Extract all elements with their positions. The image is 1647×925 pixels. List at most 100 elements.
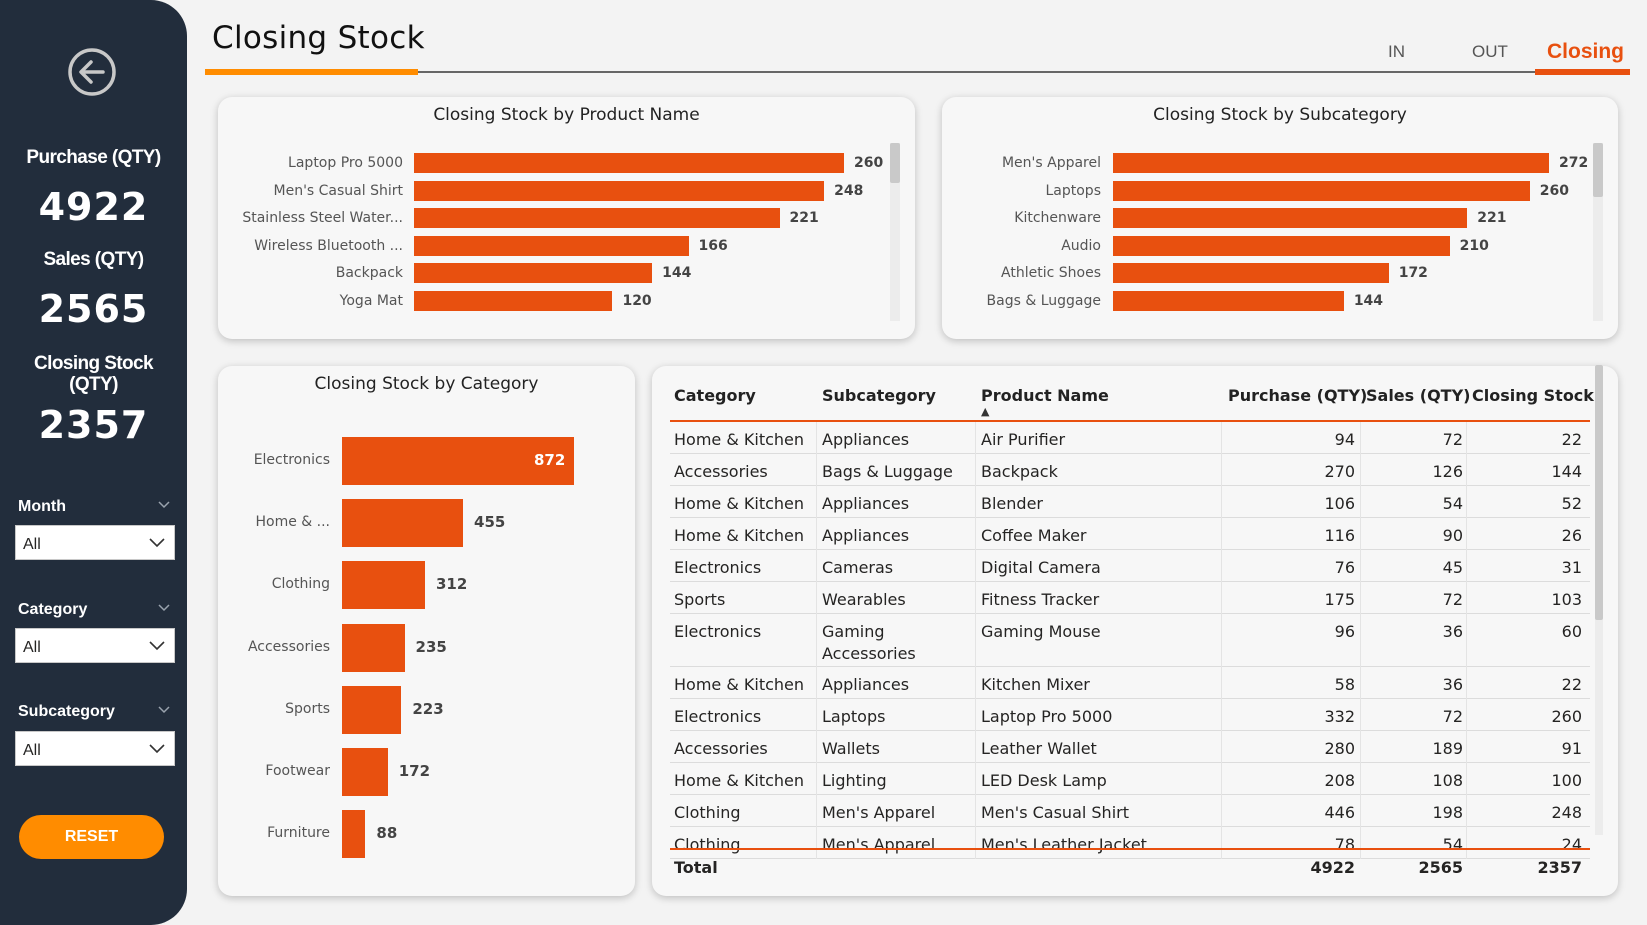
data-label: 144 (662, 265, 692, 282)
data-label: 272 (1559, 155, 1589, 171)
cell-subcategory: Appliances (822, 494, 910, 513)
cell-closing-stock: 260 (1551, 707, 1582, 726)
column-divider (975, 763, 976, 795)
table-scrollbar-thumb[interactable] (1595, 365, 1603, 620)
cell-closing-stock: 144 (1551, 462, 1582, 481)
reset-button[interactable]: RESET (19, 815, 164, 859)
kpi-value-closing: 2357 (38, 403, 149, 447)
bar[interactable] (342, 685, 402, 734)
bar-label: Electronics (253, 452, 330, 468)
bar[interactable] (414, 291, 613, 311)
table-row[interactable]: Accessories Bags & Luggage Backpack 270 126 1… (670, 454, 1590, 486)
bar-label: Yoga Mat (339, 293, 403, 309)
column-header-sales[interactable]: Sales (QTY) (1366, 386, 1470, 405)
column-divider (1221, 422, 1222, 454)
table-row[interactable]: Home & Kitchen Appliances Kitchen Mixer 58 3… (670, 667, 1590, 699)
bar[interactable] (414, 180, 825, 201)
cell-category: Clothing (674, 803, 741, 822)
scrollbar-thumb[interactable] (890, 143, 900, 183)
bar[interactable] (342, 623, 405, 672)
bar[interactable] (414, 235, 689, 256)
slicer-label-subcategory: Subcategory (18, 703, 170, 721)
tab-closing[interactable]: Closing (1547, 40, 1624, 64)
chevron-down-icon[interactable] (158, 703, 170, 715)
column-header-category[interactable]: Category (674, 386, 756, 405)
table-row[interactable]: Clothing Men's Apparel Men's Casual Shirt 4… (670, 795, 1590, 827)
back-arrow-icon[interactable] (67, 47, 117, 97)
month-dropdown[interactable]: All (15, 525, 175, 560)
kpi-label-sales: Sales (QTY) (43, 249, 144, 270)
column-divider (1360, 827, 1361, 859)
cell-sales: 36 (1442, 675, 1463, 694)
table-row[interactable]: Electronics Gaming Accessories Gaming Mous… (670, 614, 1590, 667)
cell-product-name: Laptop Pro 5000 (981, 707, 1113, 726)
column-divider (816, 667, 817, 699)
table-row[interactable]: Accessories Wallets Leather Wallet 280 189 91 (670, 731, 1590, 763)
column-header-purchase[interactable]: Purchase (QTY) (1228, 386, 1367, 405)
data-label: 455 (474, 513, 506, 532)
bar[interactable] (1113, 263, 1389, 284)
column-divider (1466, 454, 1467, 486)
scrollbar-thumb[interactable] (1593, 143, 1603, 197)
column-divider (1360, 454, 1361, 486)
kpi-label-closing: Closing Stock (QTY) (34, 353, 153, 395)
cell-closing-stock: 31 (1561, 558, 1582, 577)
column-divider (1221, 454, 1222, 486)
table-row[interactable]: Home & Kitchen Appliances Blender 106 54 52 (670, 486, 1590, 518)
column-header-subcategory[interactable]: Subcategory (822, 386, 936, 405)
chevron-down-icon[interactable] (158, 498, 170, 510)
column-divider (975, 582, 976, 614)
table-row[interactable]: Electronics Cameras Digital Camera 76 45 31 (670, 550, 1590, 582)
table-row[interactable]: Clothing Men's Apparel Men's Leather Jacke… (670, 827, 1590, 859)
column-divider (816, 614, 817, 667)
cell-sales: 90 (1442, 526, 1463, 545)
cell-closing-stock: 26 (1561, 526, 1582, 545)
cell-subcategory: Wearables (822, 590, 906, 609)
bar-label: Men's Casual Shirt (273, 182, 404, 199)
bar[interactable] (1113, 208, 1468, 229)
cell-product-name: Men's Casual Shirt (981, 803, 1129, 822)
bar[interactable] (414, 208, 780, 229)
cell-sales: 72 (1442, 430, 1463, 449)
bar[interactable] (342, 810, 366, 859)
column-divider (816, 582, 817, 614)
bar-label: Wireless Bluetooth ... (254, 237, 403, 254)
data-label: 172 (1398, 265, 1428, 282)
bar[interactable] (414, 153, 844, 173)
bar[interactable] (1113, 153, 1549, 173)
column-divider (816, 731, 817, 763)
bar[interactable] (1113, 291, 1344, 311)
cell-purchase: 116 (1324, 526, 1355, 545)
column-header-product-name[interactable]: Product Name (981, 386, 1109, 405)
column-divider (1466, 667, 1467, 699)
bar-label: Athletic Shoes (1001, 265, 1101, 282)
cell-subcategory: Appliances (822, 430, 910, 449)
category-dropdown[interactable]: All (15, 628, 175, 663)
bar[interactable] (1113, 235, 1450, 256)
subcategory-dropdown[interactable]: All (15, 731, 175, 766)
cell-subcategory: Lighting (822, 771, 887, 790)
chart-category-card: Closing Stock by Category Electronics 872… (218, 366, 635, 896)
column-divider (975, 518, 976, 550)
bar[interactable] (1113, 180, 1530, 201)
chevron-down-icon[interactable] (158, 601, 170, 613)
table-row[interactable]: Home & Kitchen Lighting LED Desk Lamp 208 10… (670, 763, 1590, 795)
cell-subcategory: Wallets (822, 739, 880, 758)
column-divider (1360, 486, 1361, 518)
column-header-closing-stock[interactable]: Closing Stock (1472, 386, 1594, 405)
bar[interactable] (414, 263, 653, 284)
cell-category: Accessories (674, 462, 768, 481)
bar[interactable] (342, 748, 388, 796)
column-divider (1466, 827, 1467, 859)
total-closing: 2357 (1537, 858, 1582, 877)
bar[interactable] (342, 499, 464, 548)
table-row[interactable]: Home & Kitchen Appliances Coffee Maker 116 9… (670, 518, 1590, 550)
table-row[interactable]: Electronics Laptops Laptop Pro 5000 332 72 26… (670, 699, 1590, 731)
table-row[interactable]: Home & Kitchen Appliances Air Purifier 94 72… (670, 422, 1590, 454)
tab-in[interactable]: IN (1388, 42, 1405, 62)
cell-product-name: Coffee Maker (981, 526, 1087, 545)
bar[interactable] (342, 561, 425, 610)
tab-out[interactable]: OUT (1472, 42, 1508, 62)
column-divider (975, 614, 976, 667)
table-row[interactable]: Sports Wearables Fitness Tracker 175 72 103 (670, 582, 1590, 614)
